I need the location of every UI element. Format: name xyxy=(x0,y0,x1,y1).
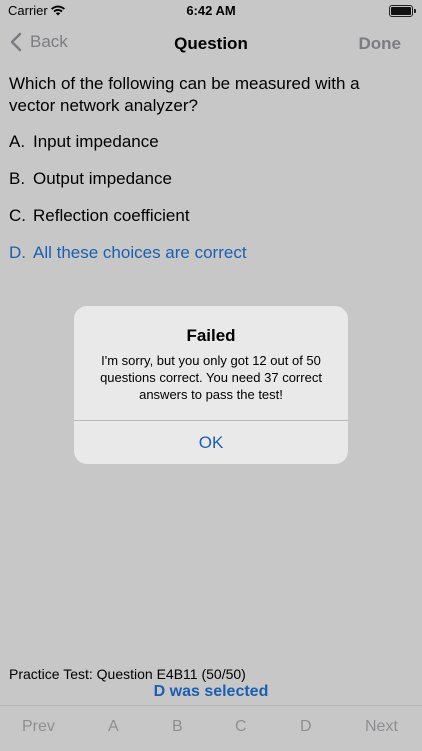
answer-d-button[interactable]: D xyxy=(300,718,312,736)
alert-title: Failed xyxy=(186,326,236,345)
choice-letter: D. xyxy=(9,243,26,262)
answer-b-button[interactable]: B xyxy=(172,718,183,736)
choice-c[interactable]: C. Reflection coefficient xyxy=(9,204,247,241)
prev-button[interactable]: Prev xyxy=(22,718,55,736)
choice-text: Output impedance xyxy=(33,169,172,188)
battery-icon xyxy=(389,5,416,17)
choice-text: Reflection coefficient xyxy=(33,206,190,225)
choice-d[interactable]: D. All these choices are correct xyxy=(9,241,247,278)
choices-list: A. Input impedance B. Output impedance C… xyxy=(9,130,247,278)
bottom-toolbar: Prev A B C D Next xyxy=(0,705,422,751)
answer-c-button[interactable]: C xyxy=(235,718,247,736)
choice-letter: B. xyxy=(9,169,26,188)
choice-letter: A. xyxy=(9,132,26,151)
navigation-bar: Back Question Done xyxy=(0,24,422,64)
question-text: Which of the following can be measured w… xyxy=(9,74,360,115)
choice-text: All these choices are correct xyxy=(33,243,247,262)
choice-letter: C. xyxy=(9,206,26,225)
selection-status: D was selected xyxy=(153,683,269,700)
choice-a[interactable]: A. Input impedance xyxy=(9,130,247,167)
answer-a-button[interactable]: A xyxy=(108,718,119,736)
alert-message: I'm sorry, but you only got 12 out of 50… xyxy=(100,353,322,402)
practice-test-info: Practice Test: Question E4B11 (50/50) xyxy=(9,666,246,682)
ok-button[interactable]: OK xyxy=(74,421,348,464)
done-button[interactable]: Done xyxy=(359,34,402,54)
status-bar: Carrier 6:42 AM xyxy=(0,0,422,24)
result-alert: Failed I'm sorry, but you only got 12 ou… xyxy=(74,306,348,464)
next-button[interactable]: Next xyxy=(365,718,398,736)
choice-text: Input impedance xyxy=(33,132,159,151)
choice-b[interactable]: B. Output impedance xyxy=(9,167,247,204)
clock-time: 6:42 AM xyxy=(186,3,236,18)
